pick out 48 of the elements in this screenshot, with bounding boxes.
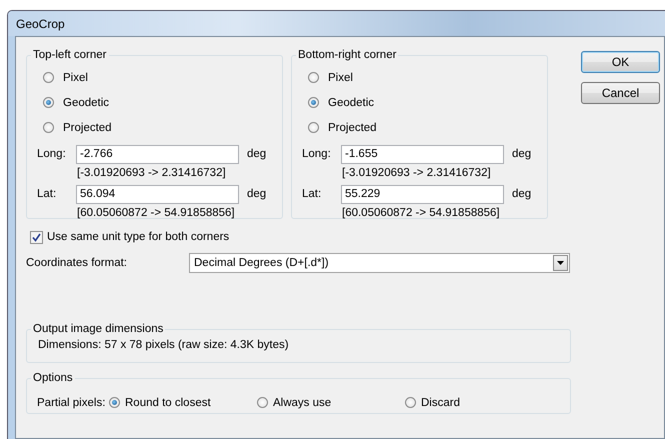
range-text: [-3.01920693 -> 2.31416732]: [341, 166, 492, 180]
radio-label[interactable]: Geodetic: [63, 96, 110, 108]
radio-label[interactable]: Always use: [273, 396, 332, 408]
field-label: Long:: [37, 148, 67, 160]
radio-button[interactable]: [43, 72, 54, 83]
field-label: Partial pixels:: [37, 396, 106, 408]
radio-button[interactable]: [308, 72, 319, 83]
checkbox-label[interactable]: Use same unit type for both corners: [47, 231, 230, 243]
dimensions-text: Dimensions: 57 x 78 pixels (raw size: 4.3K bytes): [37, 339, 290, 351]
window-title: GeoCrop: [16, 16, 65, 30]
radio-button[interactable]: [308, 122, 319, 133]
radio-button[interactable]: [43, 97, 54, 108]
cancel-button[interactable]: Cancel: [581, 82, 660, 104]
radio-label[interactable]: Geodetic: [328, 96, 374, 108]
caret-icon[interactable]: [553, 255, 568, 271]
dropdown[interactable]: Decimal Degrees (D+[.d*]): [189, 253, 570, 273]
radio-button[interactable]: [308, 97, 319, 108]
range-text: [60.05060872 -> 54.91858856]: [76, 206, 236, 220]
radio-label[interactable]: Projected: [328, 122, 377, 134]
range-text: [-3.01920693 -> 2.31416732]: [76, 166, 227, 180]
unit-label: deg: [512, 188, 532, 200]
radio-button[interactable]: [109, 397, 120, 408]
input-field[interactable]: -1.655: [341, 144, 504, 164]
unit-label: deg: [247, 188, 266, 200]
input-field[interactable]: 56.094: [76, 184, 239, 204]
radio-button[interactable]: [43, 122, 54, 133]
radio-label[interactable]: Projected: [63, 122, 112, 134]
checkbox[interactable]: [30, 230, 43, 244]
unit-label: deg: [512, 148, 532, 160]
group-label: Options: [32, 372, 74, 384]
input-field[interactable]: 55.229: [341, 184, 504, 204]
ok-button[interactable]: OK: [581, 51, 660, 73]
group-label: Output image dimensions: [32, 323, 164, 335]
field-label: Lat:: [37, 188, 58, 200]
radio-label[interactable]: Pixel: [63, 72, 88, 84]
field-label: Lat:: [302, 188, 322, 200]
field-label: Long:: [302, 148, 332, 160]
group-label: Top-left corner: [32, 49, 108, 61]
input-field[interactable]: -2.766: [76, 144, 239, 164]
radio-button[interactable]: [257, 397, 268, 408]
field-label: Coordinates format:: [26, 257, 128, 269]
group-label: Bottom-right corner: [297, 49, 398, 61]
unit-label: deg: [247, 148, 266, 160]
radio-label[interactable]: Pixel: [328, 72, 353, 84]
radio-label[interactable]: Round to closest: [125, 396, 211, 408]
radio-button[interactable]: [405, 397, 416, 408]
radio-label[interactable]: Discard: [421, 396, 460, 408]
range-text: [60.05060872 -> 54.91858856]: [341, 206, 501, 220]
